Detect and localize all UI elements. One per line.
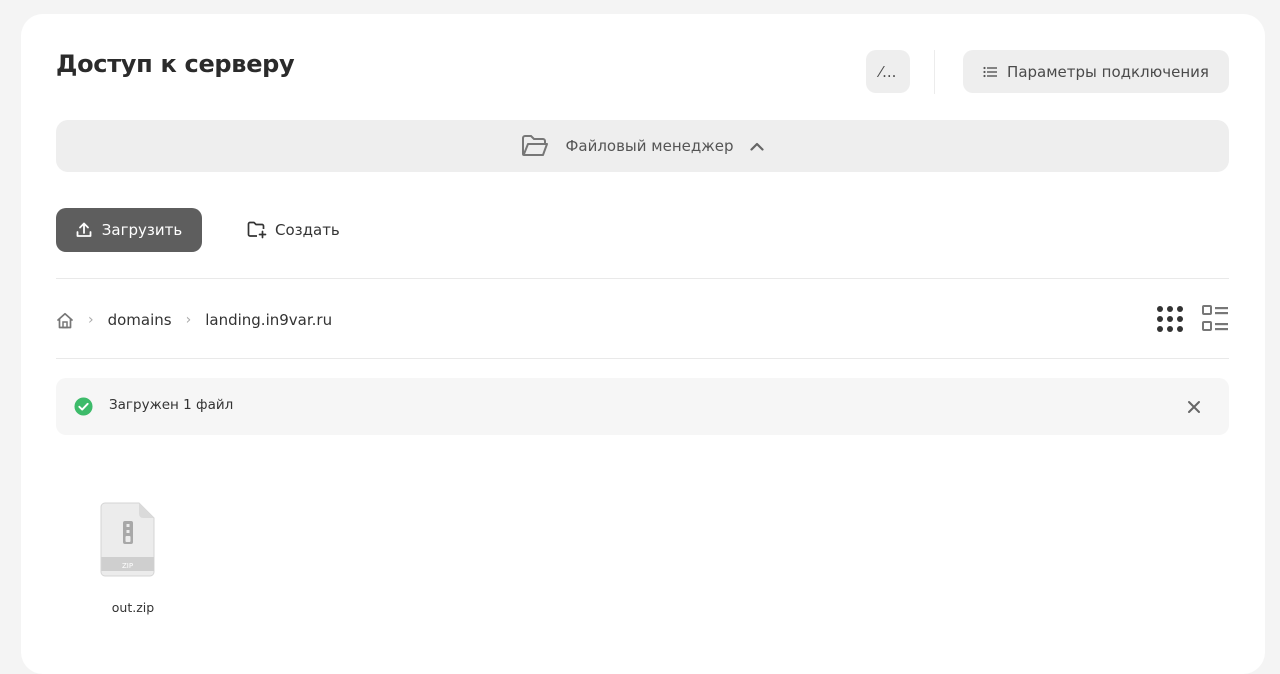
upload-icon	[76, 222, 92, 237]
chevron-right-icon: ›	[185, 312, 192, 328]
page-title: Доступ к серверу	[56, 50, 295, 78]
folder-open-icon	[522, 135, 549, 156]
breadcrumb: › domains › landing.in9var.ru	[56, 307, 332, 333]
breadcrumb-item-domains[interactable]: domains	[108, 311, 172, 329]
upload-success-alert: Загружен 1 файл	[56, 378, 1229, 435]
connection-params-button[interactable]: Параметры подключения	[963, 50, 1229, 93]
close-icon[interactable]	[1184, 397, 1204, 417]
new-folder-icon	[247, 221, 267, 239]
divider	[56, 358, 1229, 359]
edit-button[interactable]: ⁄...	[866, 50, 910, 93]
file-type-label: ZIP	[122, 562, 133, 570]
breadcrumb-item-current[interactable]: landing.in9var.ru	[205, 311, 332, 329]
zip-file-icon: ZIP	[100, 502, 155, 577]
file-manager-label: Файловый менеджер	[565, 137, 734, 155]
chevron-up-icon	[749, 142, 764, 151]
file-item[interactable]: ZIP out.zip	[91, 502, 175, 622]
check-circle-icon	[74, 397, 93, 416]
connection-params-label: Параметры подключения	[1007, 62, 1209, 81]
header-divider	[934, 50, 935, 94]
list-view-icon[interactable]	[1202, 305, 1228, 333]
file-name: out.zip	[111, 600, 155, 615]
create-button[interactable]: Создать	[247, 208, 340, 252]
chevron-right-icon: ›	[88, 312, 94, 328]
upload-label: Загрузить	[101, 221, 183, 239]
list-icon	[983, 66, 998, 77]
create-label: Создать	[275, 221, 340, 239]
divider	[56, 278, 1229, 279]
upload-button[interactable]: Загрузить	[56, 208, 202, 252]
edit-label: ⁄...	[879, 62, 897, 81]
grid-view-icon[interactable]	[1156, 305, 1184, 333]
file-manager-toggle[interactable]: Файловый менеджер	[56, 120, 1229, 172]
home-icon[interactable]	[56, 312, 74, 329]
alert-message: Загружен 1 файл	[109, 397, 234, 413]
server-access-card: Доступ к серверу ⁄... Параметры подключе…	[21, 14, 1265, 674]
